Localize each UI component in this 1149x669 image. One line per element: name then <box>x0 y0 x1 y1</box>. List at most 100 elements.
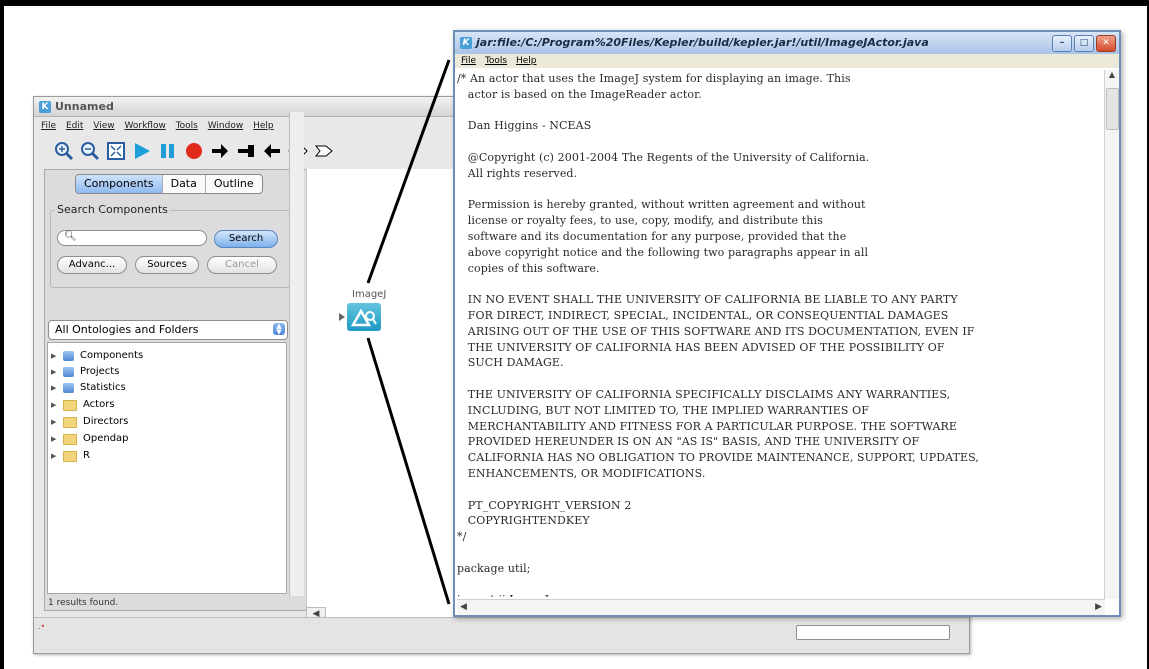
run-icon[interactable] <box>132 141 152 161</box>
maximize-icon[interactable]: □ <box>1074 35 1094 52</box>
tree-item-components[interactable]: ▶ Components <box>51 349 143 363</box>
menu-workflow[interactable]: Workflow <box>124 121 165 131</box>
code-line: PT_COPYRIGHT_VERSION 2 <box>457 498 632 512</box>
search-button[interactable]: Search <box>214 230 278 248</box>
code-line: SUCH DAMAGE. <box>457 356 564 370</box>
source-title-bar[interactable]: Kjar:file:/C:/Program%20Files/Kepler/bui… <box>455 32 1119 54</box>
code-line: INCLUDING, BUT NOT LIMITED TO, THE IMPLI… <box>457 403 869 417</box>
status-field <box>796 625 950 640</box>
menu-edit[interactable]: Edit <box>66 121 83 131</box>
results-count: 1 results found. <box>48 598 119 608</box>
source-menu-file[interactable]: File <box>461 56 476 66</box>
expand-triangle-icon[interactable]: ▶ <box>51 349 63 363</box>
add-io-port-icon[interactable] <box>314 141 334 161</box>
code-line: */ <box>457 530 467 544</box>
menu-view[interactable]: View <box>93 121 114 131</box>
advanced-button[interactable]: Advanc... <box>57 256 127 274</box>
source-menu-tools[interactable]: Tools <box>485 56 507 66</box>
select-arrows-icon: ▲ ▼ <box>273 323 285 336</box>
search-input[interactable] <box>57 230 207 246</box>
tree-item-opendap[interactable]: ▶ Opendap <box>51 432 129 446</box>
tree-item-statistics[interactable]: ▶ Statistics <box>51 381 126 395</box>
folder-icon <box>63 416 77 428</box>
code-line: Permission is hereby granted, without wr… <box>457 198 866 212</box>
folder-icon <box>63 399 77 411</box>
search-components-group: Search Components 🔍︎ Search Advanc... So… <box>50 203 296 288</box>
code-line: PROVIDED HEREUNDER IS ON AN "AS IS" BASI… <box>457 435 920 449</box>
code-line: copies of this software. <box>457 261 600 275</box>
close-icon[interactable]: ✕ <box>1096 35 1116 52</box>
code-line: @Copyright (c) 2001-2004 The Regents of … <box>457 150 870 164</box>
search-components-legend: Search Components <box>55 203 170 216</box>
imagej-actor[interactable] <box>347 303 381 331</box>
source-menu-help[interactable]: Help <box>516 56 537 66</box>
tab-components[interactable]: Components <box>76 175 163 193</box>
source-code-text[interactable]: /* An actor that uses the ImageJ system … <box>457 71 1099 597</box>
menu-tools[interactable]: Tools <box>176 121 198 131</box>
tree-item-directors[interactable]: ▶ Directors <box>51 415 128 429</box>
expand-triangle-icon[interactable]: ▶ <box>51 381 63 395</box>
code-line: FOR DIRECT, INDIRECT, SPECIAL, INCIDENTA… <box>457 308 949 322</box>
tree-item-label: R <box>83 450 90 461</box>
ontology-select[interactable]: All Ontologies and Folders ▲ ▼ <box>48 320 288 340</box>
tree-item-r[interactable]: ▶ R <box>51 449 90 463</box>
actor-input-port[interactable] <box>339 313 345 321</box>
tree-item-projects[interactable]: ▶ Projects <box>51 365 119 379</box>
zoom-in-icon[interactable] <box>54 141 74 161</box>
tree-item-label: Actors <box>83 399 115 410</box>
database-icon <box>63 367 74 377</box>
code-line: MERCHANTABILITY AND FITNESS FOR A PARTIC… <box>457 419 958 433</box>
zoom-fit-icon[interactable] <box>106 141 126 161</box>
code-line: actor is based on the ImageReader actor. <box>457 87 702 101</box>
tab-data[interactable]: Data <box>163 175 206 193</box>
expand-triangle-icon[interactable]: ▶ <box>51 432 63 446</box>
status-indicator: .• <box>38 622 46 631</box>
kepler-app-icon: K <box>39 101 51 113</box>
source-vertical-scrollbar[interactable]: ▲ <box>1104 70 1119 599</box>
menu-help[interactable]: Help <box>253 121 274 131</box>
scroll-thumb[interactable] <box>1106 88 1119 130</box>
database-icon <box>63 383 74 393</box>
code-line: package util; <box>457 561 531 575</box>
expand-triangle-icon[interactable]: ▶ <box>51 365 63 379</box>
expand-triangle-icon[interactable]: ▶ <box>51 415 63 429</box>
code-line: COPYRIGHTENDKEY <box>457 514 590 528</box>
source-window-title: jar:file:/C:/Program%20Files/Kepler/buil… <box>476 36 929 49</box>
sources-button[interactable]: Sources <box>135 256 199 274</box>
minimize-icon[interactable]: – <box>1052 35 1072 52</box>
stop-icon[interactable] <box>184 141 204 161</box>
code-line: CALIFORNIA HAS NO OBLIGATION TO PROVIDE … <box>457 451 979 465</box>
code-line: import ij.ImageJ; <box>457 592 1099 597</box>
add-port-icon[interactable] <box>210 141 230 161</box>
cancel-button[interactable]: Cancel <box>207 256 277 274</box>
source-horizontal-scrollbar[interactable]: ◀ ▶ <box>457 599 1105 615</box>
source-window: Kjar:file:/C:/Program%20Files/Kepler/bui… <box>453 30 1121 617</box>
code-line: /* An actor that uses the ImageJ system … <box>457 72 851 85</box>
expand-triangle-icon[interactable]: ▶ <box>51 398 63 412</box>
tree-item-actors[interactable]: ▶ Actors <box>51 398 115 412</box>
scroll-left-icon[interactable]: ◀ <box>460 602 467 612</box>
scroll-right-icon[interactable]: ▶ <box>1095 600 1102 615</box>
kepler-window-title: Unnamed <box>55 100 114 113</box>
add-relation-icon[interactable] <box>236 141 256 161</box>
expand-triangle-icon[interactable]: ▶ <box>51 449 63 463</box>
tree-item-label: Statistics <box>80 382 126 393</box>
tree-item-label: Opendap <box>83 433 129 444</box>
kepler-app-icon: K <box>460 37 472 49</box>
library-scrollbar[interactable] <box>289 112 304 596</box>
tab-outline[interactable]: Outline <box>206 175 262 193</box>
zoom-reset-icon[interactable] <box>80 141 100 161</box>
code-line: All rights reserved. <box>457 166 578 180</box>
menu-file[interactable]: File <box>41 121 56 131</box>
menu-window[interactable]: Window <box>208 121 244 131</box>
tree-item-label: Directors <box>83 416 129 427</box>
add-input-port-icon[interactable] <box>262 141 282 161</box>
scroll-up-icon[interactable]: ▲ <box>1105 70 1119 79</box>
pause-icon[interactable] <box>158 141 178 161</box>
library-tabs: Components Data Outline <box>75 174 263 194</box>
imagej-actor-icon <box>350 308 377 327</box>
